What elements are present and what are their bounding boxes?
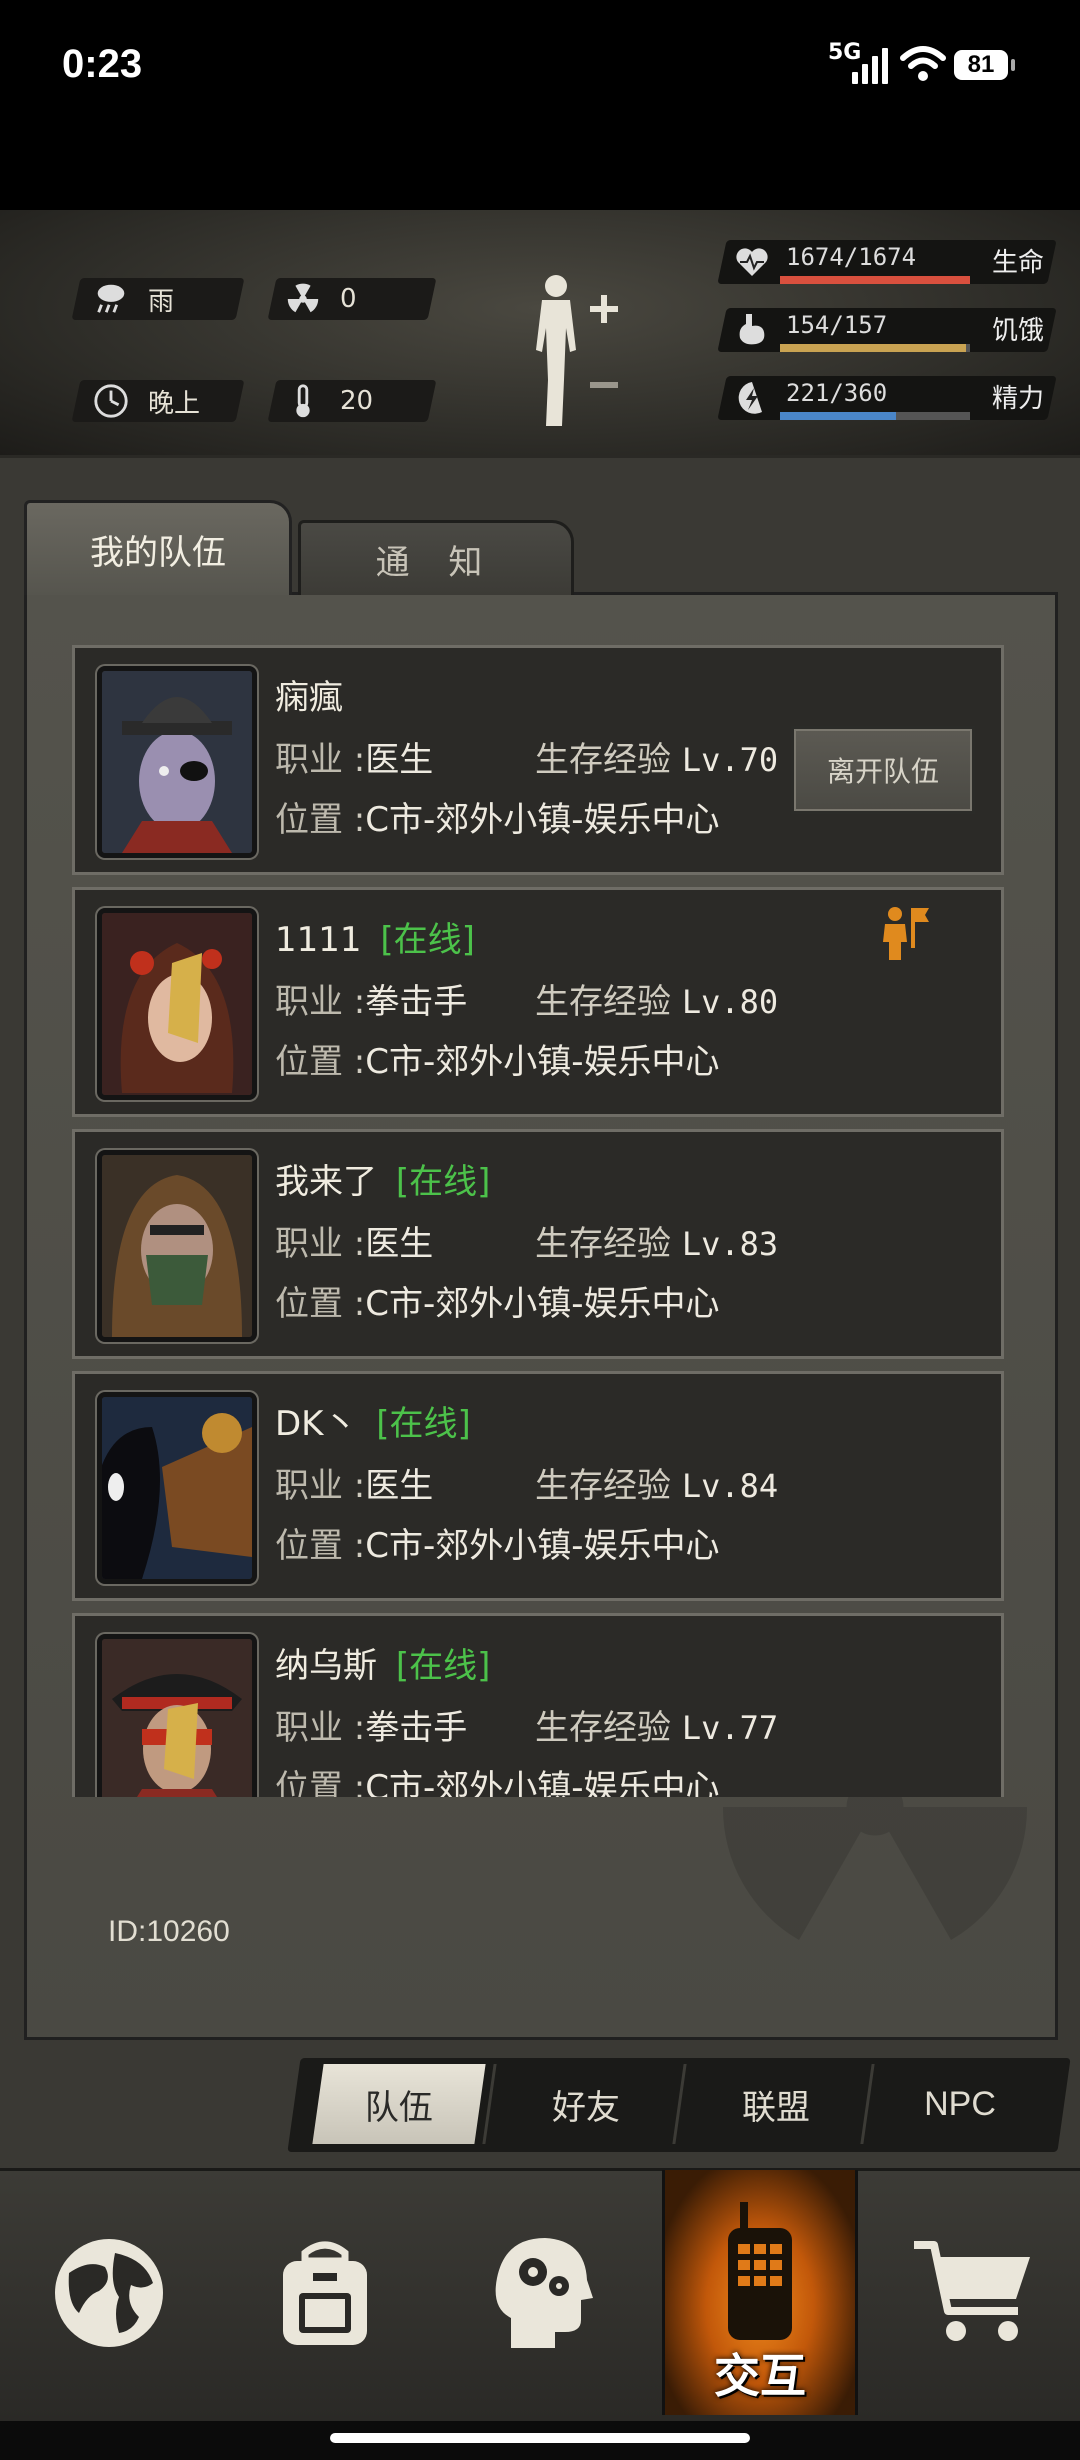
team-member-card[interactable]: DK丶 [在线] 职业 :医生 生存经验 Lv.84 位置 :C市-郊外小镇-娱… xyxy=(72,1371,1004,1601)
hunger-value: 154/157 xyxy=(786,311,888,339)
energy-value: 221/360 xyxy=(786,379,888,407)
body-status-figure[interactable] xyxy=(520,270,630,430)
thermometer-icon xyxy=(296,384,310,418)
energy-label: 精力 xyxy=(992,384,1045,414)
segment-friends[interactable]: 好友 xyxy=(496,2064,676,2144)
member-job: 职业 :医生 xyxy=(275,740,434,780)
weather-indicator[interactable]: 雨 xyxy=(92,280,174,318)
member-job: 职业 :拳击手 xyxy=(275,982,468,1022)
backpack-icon xyxy=(283,2241,367,2345)
team-leader-flag-icon xyxy=(883,907,929,960)
avatar xyxy=(97,666,257,858)
member-location: 位置 :C市-郊外小镇-娱乐中心 xyxy=(275,1768,720,1797)
member-job: 职业 :拳击手 xyxy=(275,1708,468,1748)
avatar xyxy=(97,1150,257,1342)
heart-pulse-icon xyxy=(736,248,768,276)
member-exp: 生存经验 Lv.70 xyxy=(535,740,779,780)
time-of-day-indicator[interactable]: 晚上 xyxy=(92,382,200,420)
member-job: 职业 :医生 xyxy=(275,1466,434,1506)
clock: 0:23 xyxy=(62,42,143,86)
member-name: 1111 [在线] xyxy=(275,920,475,960)
tab-notifications[interactable]: 通 知 xyxy=(298,520,574,595)
member-exp: 生存经验 Lv.77 xyxy=(535,1708,779,1748)
member-exp: 生存经验 Lv.80 xyxy=(535,982,779,1022)
member-job: 职业 :医生 xyxy=(275,1224,434,1264)
team-member-card[interactable]: 1111 [在线] 职业 :拳击手 生存经验 Lv.80 位置 :C市-郊外小镇… xyxy=(72,887,1004,1117)
rain-cloud-icon xyxy=(97,284,125,313)
health-value: 1674/1674 xyxy=(786,243,917,271)
energy-bolt-icon xyxy=(738,382,762,414)
health-label: 生命 xyxy=(992,248,1045,278)
health-bar xyxy=(780,276,970,284)
wifi-icon xyxy=(900,46,946,81)
segment-npc[interactable]: NPC xyxy=(872,2064,1048,2144)
home-indicator[interactable] xyxy=(330,2433,750,2443)
nav-shop[interactable] xyxy=(878,2170,1068,2415)
temperature-indicator[interactable]: 20 xyxy=(284,382,373,420)
member-location: 位置 :C市-郊外小镇-娱乐中心 xyxy=(275,800,720,840)
player-id: ID:10260 xyxy=(108,1915,230,1948)
radiation-indicator[interactable]: 0 xyxy=(284,280,357,318)
online-status: [在线] xyxy=(376,1404,471,1444)
nav-skills[interactable] xyxy=(446,2170,636,2415)
nav-interaction[interactable]: 交互 xyxy=(662,2170,858,2415)
member-exp: 生存经验 Lv.84 xyxy=(535,1466,779,1506)
head-gears-icon xyxy=(495,2237,593,2348)
battery-icon: 81 xyxy=(954,50,1015,80)
member-name: DK丶 [在线] xyxy=(275,1404,471,1444)
member-location: 位置 :C市-郊外小镇-娱乐中心 xyxy=(275,1526,720,1566)
member-location: 位置 :C市-郊外小镇-娱乐中心 xyxy=(275,1284,720,1324)
walkie-talkie-icon xyxy=(728,2201,792,2340)
health-stat[interactable]: 1674/1674 生命 xyxy=(717,240,1057,284)
avatar xyxy=(97,1634,257,1797)
radiation-icon xyxy=(287,283,319,313)
online-status: [在线] xyxy=(395,1646,491,1686)
weather-label: 雨 xyxy=(148,286,175,317)
clock-icon xyxy=(94,384,128,418)
online-status: [在线] xyxy=(380,920,475,960)
leave-team-button[interactable]: 离开队伍 xyxy=(791,726,975,814)
energy-bar xyxy=(780,412,896,420)
hunger-bar xyxy=(780,344,967,352)
hunger-label: 饥饿 xyxy=(992,316,1045,346)
segment-team[interactable]: 队伍 xyxy=(312,2064,486,2144)
team-member-card[interactable]: 纳乌斯 [在线] 职业 :拳击手 生存经验 Lv.77 位置 :C市-郊外小镇-… xyxy=(72,1613,1004,1797)
stomach-icon xyxy=(739,314,765,345)
radiation-value: 0 xyxy=(340,284,357,314)
team-member-card[interactable]: 我来了 [在线] 职业 :医生 生存经验 Lv.83 位置 :C市-郊外小镇-娱… xyxy=(72,1129,1004,1359)
segment-alliance[interactable]: 联盟 xyxy=(686,2064,866,2144)
shopping-cart-icon xyxy=(914,2240,1030,2341)
online-status: [在线] xyxy=(395,1162,491,1202)
signal-icon xyxy=(852,46,888,84)
energy-stat[interactable]: 221/360 精力 xyxy=(717,376,1057,420)
nav-interaction-label: 交互 xyxy=(714,2349,806,2403)
tab-my-team[interactable]: 我的队伍 xyxy=(24,500,292,595)
team-member-list[interactable]: 痫瘋 职业 :医生 生存经验 Lv.70 位置 :C市-郊外小镇-娱乐中心 离开… xyxy=(72,645,1008,1797)
nav-backpack[interactable] xyxy=(230,2170,420,2415)
hunger-stat[interactable]: 154/157 饥饿 xyxy=(717,308,1057,352)
status-bar: 0:23 5G 81 xyxy=(0,0,1080,210)
time-of-day-label: 晚上 xyxy=(148,388,201,419)
member-name: 痫瘋 xyxy=(275,678,343,718)
avatar xyxy=(97,908,257,1100)
temperature-value: 20 xyxy=(340,386,374,416)
avatar xyxy=(97,1392,257,1584)
member-name: 纳乌斯 [在线] xyxy=(275,1646,491,1686)
team-member-card[interactable]: 痫瘋 职业 :医生 生存经验 Lv.70 位置 :C市-郊外小镇-娱乐中心 离开… xyxy=(72,645,1004,875)
member-name: 我来了 [在线] xyxy=(275,1162,491,1202)
member-location: 位置 :C市-郊外小镇-娱乐中心 xyxy=(275,1042,720,1082)
member-exp: 生存经验 Lv.83 xyxy=(535,1224,779,1264)
globe-icon xyxy=(55,2238,163,2347)
nav-world-map[interactable] xyxy=(14,2170,204,2415)
